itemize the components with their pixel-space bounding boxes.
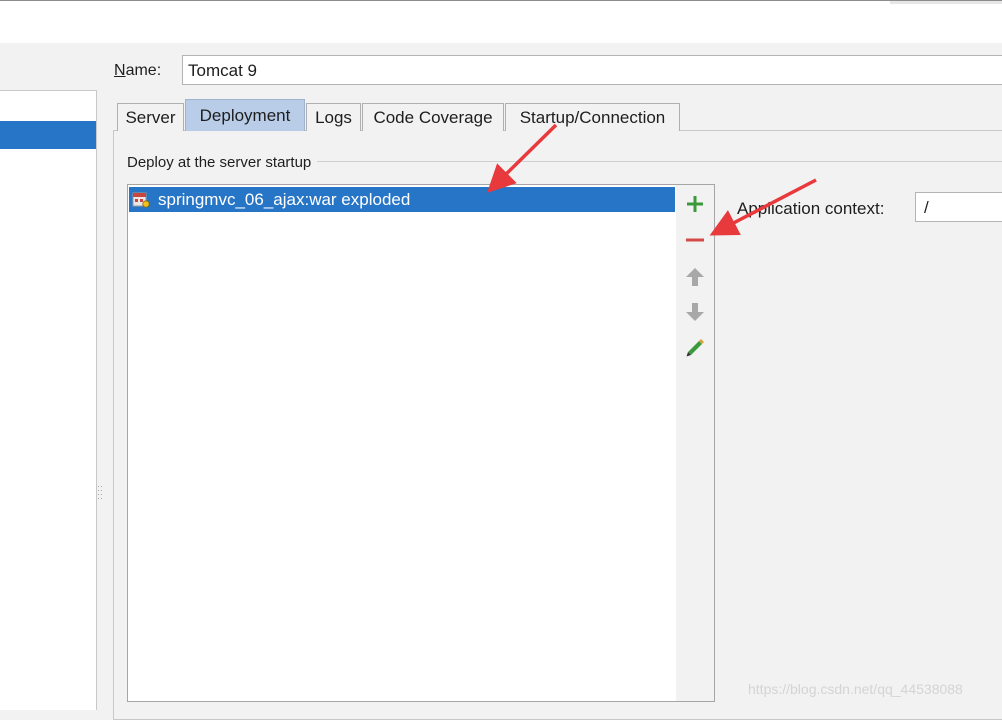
deployment-toolbar <box>676 184 715 702</box>
name-input[interactable]: Tomcat 9 <box>182 55 1002 85</box>
tab-code-coverage[interactable]: Code Coverage <box>362 103 504 131</box>
deployment-list[interactable]: springmvc_06_ajax:war exploded <box>127 184 677 702</box>
arrow-down-icon[interactable] <box>684 301 706 323</box>
configurations-tree-panel[interactable] <box>0 90 97 710</box>
tab-deployment[interactable]: Deployment <box>185 99 305 131</box>
application-context-input[interactable]: / <box>915 192 1002 222</box>
artifact-label: springmvc_06_ajax:war exploded <box>158 190 411 209</box>
tab-startup-connection[interactable]: Startup/Connection <box>505 103 680 131</box>
watermark: https://blog.csdn.net/qq_44538088 <box>748 681 963 697</box>
arrow-up-icon[interactable] <box>684 266 706 288</box>
application-context-label: Application context: <box>737 199 885 218</box>
minus-icon[interactable] <box>684 229 706 251</box>
deploy-group-label: Deploy at the server startup <box>127 154 318 171</box>
tab-logs[interactable]: Logs <box>306 103 361 131</box>
title-bar-edge <box>890 1 1002 4</box>
war-exploded-icon <box>132 192 150 208</box>
tab-server[interactable]: Server <box>117 103 184 131</box>
selected-configuration-row[interactable] <box>0 121 96 149</box>
title-bar <box>0 0 1002 43</box>
list-item[interactable]: springmvc_06_ajax:war exploded <box>129 187 675 212</box>
pencil-icon[interactable] <box>684 337 706 359</box>
name-label-mnemonic: N <box>114 62 126 79</box>
plus-icon[interactable] <box>684 193 706 215</box>
name-label: Name: <box>114 62 161 80</box>
splitter-handle[interactable]: ·· ·· ·· ·· <box>97 482 103 503</box>
name-label-text: ame: <box>125 62 162 79</box>
